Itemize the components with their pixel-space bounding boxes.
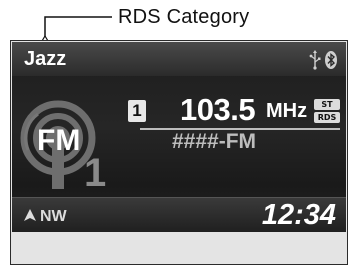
- compass-direction: NW: [40, 208, 67, 225]
- bluetooth-icon: [324, 50, 338, 70]
- compass-indicator: NW: [24, 208, 67, 226]
- fm-band-logo: FM 1: [20, 100, 106, 194]
- rds-category-callout-label: RDS Category: [118, 6, 250, 28]
- compass-arrow-icon: [24, 208, 36, 226]
- top-status-bar: Jazz: [12, 42, 346, 76]
- audio-display-screen: Jazz FM 1 1 103.5 MHz ST RDS ####-FM NW …: [12, 42, 346, 232]
- fm-logo-text: FM: [37, 124, 80, 157]
- status-icons: [308, 50, 338, 70]
- rds-badge: RDS: [314, 112, 340, 123]
- stereo-badge: ST: [314, 99, 340, 110]
- frequency-value: 103.5: [180, 92, 256, 127]
- bottom-status-bar: NW 12:34: [12, 197, 346, 232]
- frequency-unit: MHz: [266, 100, 308, 122]
- rds-category-text: Jazz: [24, 48, 67, 70]
- usb-icon: [308, 50, 322, 70]
- clock: 12:34: [261, 199, 336, 231]
- fm-logo-preset-digit: 1: [84, 151, 106, 194]
- station-name: ####-FM: [172, 130, 257, 153]
- preset-number: 1: [128, 100, 146, 122]
